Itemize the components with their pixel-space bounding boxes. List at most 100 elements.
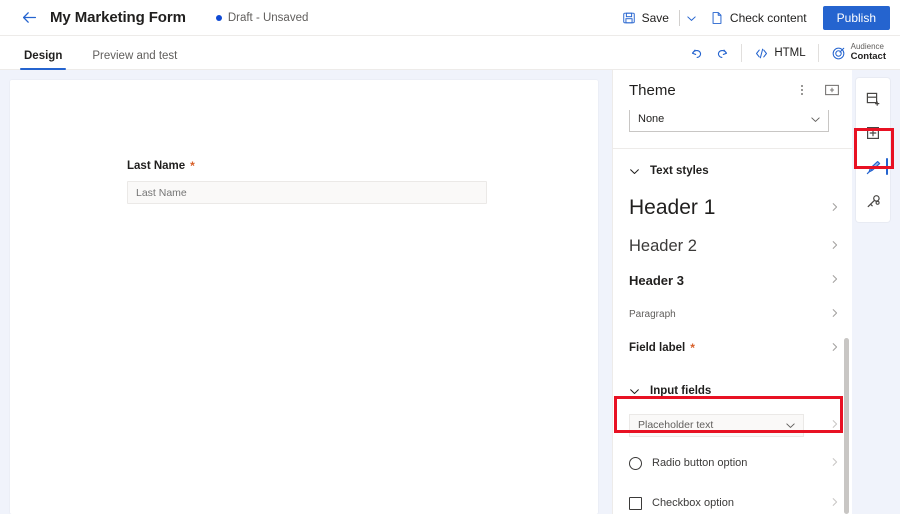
code-brackets-icon <box>754 46 769 61</box>
style-row-header-2[interactable]: Header 2 <box>613 229 852 263</box>
theme-panel-scrollbar[interactable] <box>844 338 849 514</box>
status-dot-icon <box>216 15 222 21</box>
chevron-down-icon <box>810 114 821 128</box>
check-content-button[interactable]: Check content <box>702 5 815 31</box>
style-row-field-label[interactable]: Field label * <box>613 331 852 365</box>
chevron-right-icon <box>830 454 840 472</box>
audience-button[interactable]: Audience Contact <box>825 39 892 67</box>
add-element-icon <box>865 125 881 141</box>
rail-button-group <box>856 78 890 222</box>
theme-panel: Theme None <box>612 70 852 514</box>
chevron-down-icon <box>629 166 640 177</box>
chevron-right-icon <box>830 240 840 253</box>
theme-panel-title: Theme <box>629 82 676 99</box>
last-name-input[interactable] <box>127 181 487 204</box>
style-row-header-1[interactable]: Header 1 <box>613 187 852 229</box>
divider <box>818 44 819 62</box>
settings-key-button[interactable] <box>856 184 890 218</box>
theme-select-row: None <box>613 110 852 138</box>
redo-button[interactable] <box>709 40 735 66</box>
back-button[interactable] <box>14 3 44 33</box>
style-row-checkbox-option[interactable]: Checkbox option <box>613 483 852 514</box>
style-row-header-3[interactable]: Header 3 <box>613 263 852 297</box>
chevron-right-icon[interactable] <box>830 416 840 434</box>
divider <box>679 10 680 26</box>
theme-select[interactable]: None <box>629 110 829 132</box>
style-brush-button[interactable] <box>856 150 890 184</box>
redo-arrow-icon <box>715 46 730 61</box>
more-options-button[interactable] <box>792 80 812 100</box>
theme-panel-header-actions <box>792 80 842 100</box>
right-tool-rail <box>852 70 900 514</box>
chevron-down-icon <box>785 420 796 434</box>
undo-button[interactable] <box>683 40 709 66</box>
placeholder-text-value: Placeholder text <box>638 419 713 431</box>
check-content-label: Check content <box>730 11 807 25</box>
form-designer-app: My Marketing Form Draft - Unsaved Save <box>0 0 900 514</box>
style-row-radio-button-option[interactable]: Radio button option <box>613 443 852 483</box>
field-label: Last Name * <box>127 160 487 172</box>
chevron-right-icon <box>830 308 840 321</box>
section-header-input-fields[interactable]: Input fields <box>613 375 852 407</box>
tab-bar-actions: HTML Audience Contact <box>683 36 892 70</box>
style-row-paragraph[interactable]: Paragraph <box>613 297 852 331</box>
top-command-bar: My Marketing Form Draft - Unsaved Save <box>0 0 900 36</box>
required-marker: * <box>190 160 195 172</box>
form-field-last-name[interactable]: Last Name * <box>127 160 487 204</box>
page-title: My Marketing Form <box>50 9 186 26</box>
checkbox-option-wrap: Checkbox option <box>629 497 734 510</box>
form-canvas-area: Last Name * <box>0 70 612 514</box>
save-status: Draft - Unsaved <box>216 12 309 24</box>
field-label-text: Last Name <box>127 160 185 172</box>
document-check-icon <box>710 11 724 25</box>
add-section-button[interactable] <box>856 82 890 116</box>
section-title: Text styles <box>650 165 709 177</box>
html-button[interactable]: HTML <box>748 40 811 66</box>
more-vertical-icon <box>795 83 809 97</box>
divider <box>613 148 852 149</box>
settings-key-icon <box>865 193 882 210</box>
audience-value-label: Contact <box>851 52 886 63</box>
tab-design[interactable]: Design <box>20 50 66 70</box>
collapse-panel-button[interactable] <box>822 80 842 100</box>
style-row-label: Header 2 <box>629 237 697 256</box>
tab-bar: Design Preview and test <box>0 36 900 70</box>
status-label: Draft - Unsaved <box>228 12 309 24</box>
style-row-placeholder-text[interactable]: Placeholder text <box>613 407 852 443</box>
divider <box>741 44 742 62</box>
panel-collapse-icon <box>824 83 840 97</box>
theme-select-value: None <box>638 113 664 125</box>
style-row-label: Checkbox option <box>652 497 734 509</box>
section-title: Input fields <box>650 385 711 397</box>
radio-option-wrap: Radio button option <box>629 457 747 470</box>
style-row-label: Paragraph <box>629 309 676 320</box>
add-section-icon <box>865 91 881 107</box>
section-header-text-styles[interactable]: Text styles <box>613 155 852 187</box>
audience-labels: Audience Contact <box>851 43 886 63</box>
add-element-button[interactable] <box>856 116 890 150</box>
chevron-right-icon <box>830 494 840 512</box>
chevron-right-icon <box>830 202 840 215</box>
style-row-label: Radio button option <box>652 457 747 469</box>
html-label: HTML <box>774 47 805 59</box>
placeholder-text-select[interactable]: Placeholder text <box>629 414 804 437</box>
target-icon <box>831 46 846 61</box>
form-card[interactable]: Last Name * <box>10 80 598 514</box>
chevron-right-icon <box>830 342 840 355</box>
top-bar-actions: Save Check content Publish <box>614 0 890 36</box>
required-marker: * <box>690 342 695 354</box>
style-brush-icon <box>865 159 882 176</box>
save-options-button[interactable] <box>682 5 702 31</box>
tab-preview-and-test[interactable]: Preview and test <box>88 50 181 70</box>
style-row-label: Header 3 <box>629 273 684 288</box>
checkbox-square-icon <box>629 497 642 510</box>
radio-circle-icon <box>629 457 642 470</box>
save-button[interactable]: Save <box>614 5 677 31</box>
chevron-down-icon <box>686 13 697 24</box>
style-row-label: Header 1 <box>629 196 715 220</box>
theme-panel-header: Theme <box>613 70 852 110</box>
style-row-label-wrap: Field label * <box>629 342 695 354</box>
publish-button[interactable]: Publish <box>823 6 890 30</box>
undo-arrow-icon <box>689 46 704 61</box>
chevron-down-icon <box>629 386 640 397</box>
